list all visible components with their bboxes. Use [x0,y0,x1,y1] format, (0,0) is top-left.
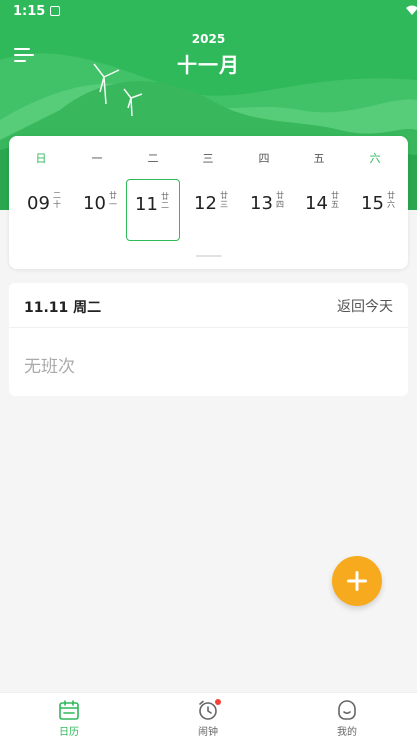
day-cell-selected[interactable]: 11 廿二 [126,179,180,241]
day-number: 11 [135,194,158,215]
day-number: 12 [194,193,217,214]
nav-profile[interactable]: 我的 [307,693,387,741]
schedule-card: 11.11 周二 返回今天 无班次 [9,283,408,396]
lunar-date: 二十 [53,191,61,209]
nav-alarm[interactable]: 闹钟 [168,693,248,741]
lunar-date: 廿二 [161,192,169,210]
status-bar: 1:15 [0,0,417,24]
selected-date-label: 11.11 周二 [24,300,102,316]
header-month: 十一月 [177,53,240,77]
notification-badge [215,699,221,705]
plus-icon [347,571,367,591]
nav-label: 闹钟 [198,727,218,738]
week-calendar: 日 一 二 三 四 五 六 09 二十 10 廿一 11 廿二 12 廿三 13… [9,136,408,269]
notification-icon [50,6,60,16]
add-button[interactable] [332,556,382,606]
header-year: 2025 [191,32,226,46]
day-number: 13 [250,193,273,214]
nav-calendar[interactable]: 日历 [29,693,109,741]
lunar-date: 廿三 [220,191,228,209]
expand-handle[interactable] [196,255,222,257]
weekday-label: 六 [369,152,381,165]
nav-label: 我的 [337,727,357,738]
lunar-date: 廿六 [387,191,395,209]
bottom-navigation: 日历 闹钟 我的 [0,692,417,741]
weekday-label: 二 [147,152,159,165]
back-to-today-button[interactable]: 返回今天 [337,296,393,316]
empty-shift-text: 无班次 [24,357,75,377]
lunar-date: 廿一 [109,191,117,209]
day-cell[interactable]: 14 廿五 [297,179,351,214]
weekday-label: 日 [35,152,47,165]
day-cell[interactable]: 09 二十 [19,179,73,214]
day-number: 14 [305,193,328,214]
weekday-label: 三 [202,152,214,165]
status-time: 1:15 [13,4,46,19]
weekday-label: 四 [258,152,270,165]
divider [9,327,408,328]
day-cell[interactable]: 15 廿六 [353,179,407,214]
signal-battery-icon [406,5,417,15]
nav-label: 日历 [59,727,79,738]
day-number: 15 [361,193,384,214]
weekday-label: 五 [313,152,325,165]
weekday-row: 日 一 二 三 四 五 六 [9,150,408,165]
day-cell[interactable]: 10 廿一 [75,179,129,214]
day-row: 09 二十 10 廿一 11 廿二 12 廿三 13 廿四 14 廿五 15 廿… [9,179,408,241]
day-cell[interactable]: 12 廿三 [186,179,240,214]
day-number: 09 [27,193,50,214]
lunar-date: 廿五 [331,191,339,209]
day-cell[interactable]: 13 廿四 [242,179,296,214]
calendar-icon [59,700,79,720]
lunar-date: 廿四 [276,191,284,209]
profile-icon [338,700,356,720]
weekday-label: 一 [91,152,103,165]
day-number: 10 [83,193,106,214]
